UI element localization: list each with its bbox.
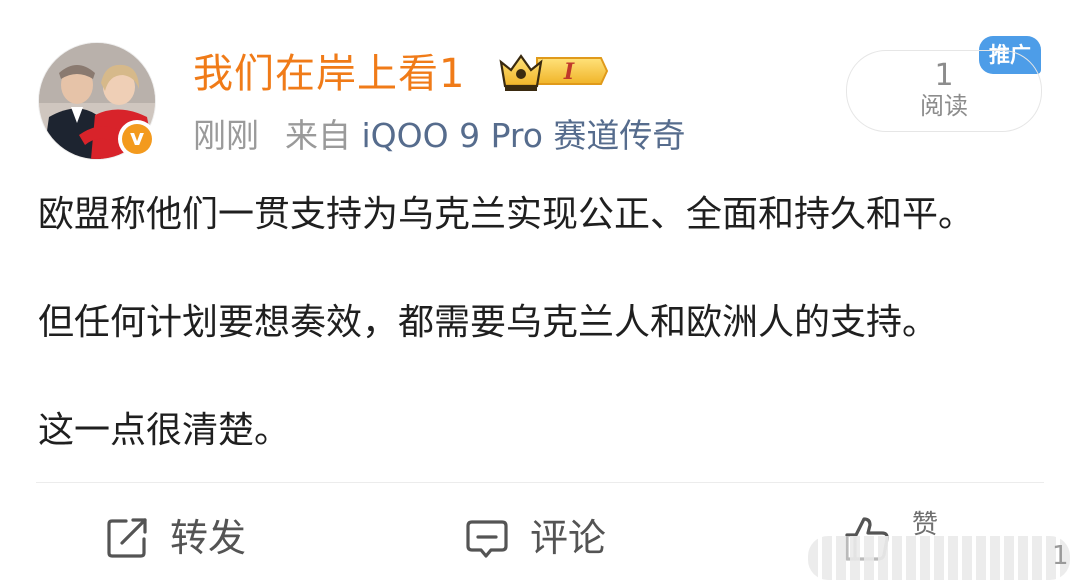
- read-count-box[interactable]: 1 阅读: [846, 50, 1042, 132]
- repost-button[interactable]: 转发: [104, 512, 246, 564]
- read-count: 1: [934, 58, 954, 93]
- username[interactable]: 我们在岸上看1: [193, 48, 465, 100]
- comment-label: 评论: [530, 516, 607, 560]
- weibo-post-card: v 我们在岸上看1 I 刚刚来自 iQOO 9 Pro 赛道传奇 推广 1 阅: [0, 0, 1080, 583]
- watermark-overlay: [808, 536, 1070, 580]
- read-label: 阅读: [920, 92, 968, 120]
- post-time: 刚刚: [193, 116, 259, 155]
- source-prefix: 来自: [285, 116, 351, 155]
- repost-icon: [104, 515, 150, 561]
- svg-text:I: I: [563, 59, 575, 85]
- avatar[interactable]: v: [38, 42, 156, 160]
- repost-label: 转发: [170, 516, 247, 560]
- post-paragraph: 欧盟称他们一贯支持为乌克兰实现公正、全面和持久和平。: [38, 194, 975, 235]
- post-paragraph: 但任何计划要想奏效，都需要乌克兰人和欧洲人的支持。: [38, 302, 939, 343]
- divider: [36, 482, 1044, 483]
- comment-button[interactable]: 评论: [464, 512, 606, 564]
- like-count: 1: [1052, 541, 1069, 571]
- comment-icon: [464, 515, 510, 561]
- crown-level-icon[interactable]: I: [497, 48, 609, 98]
- post-meta: 刚刚 来自 iQOO 9 Pro 赛道传奇: [193, 112, 685, 160]
- post-paragraph: 这一点很清楚。: [38, 410, 291, 451]
- verified-badge-icon: v: [118, 120, 156, 158]
- source-device-link[interactable]: iQOO 9 Pro 赛道传奇: [362, 116, 686, 155]
